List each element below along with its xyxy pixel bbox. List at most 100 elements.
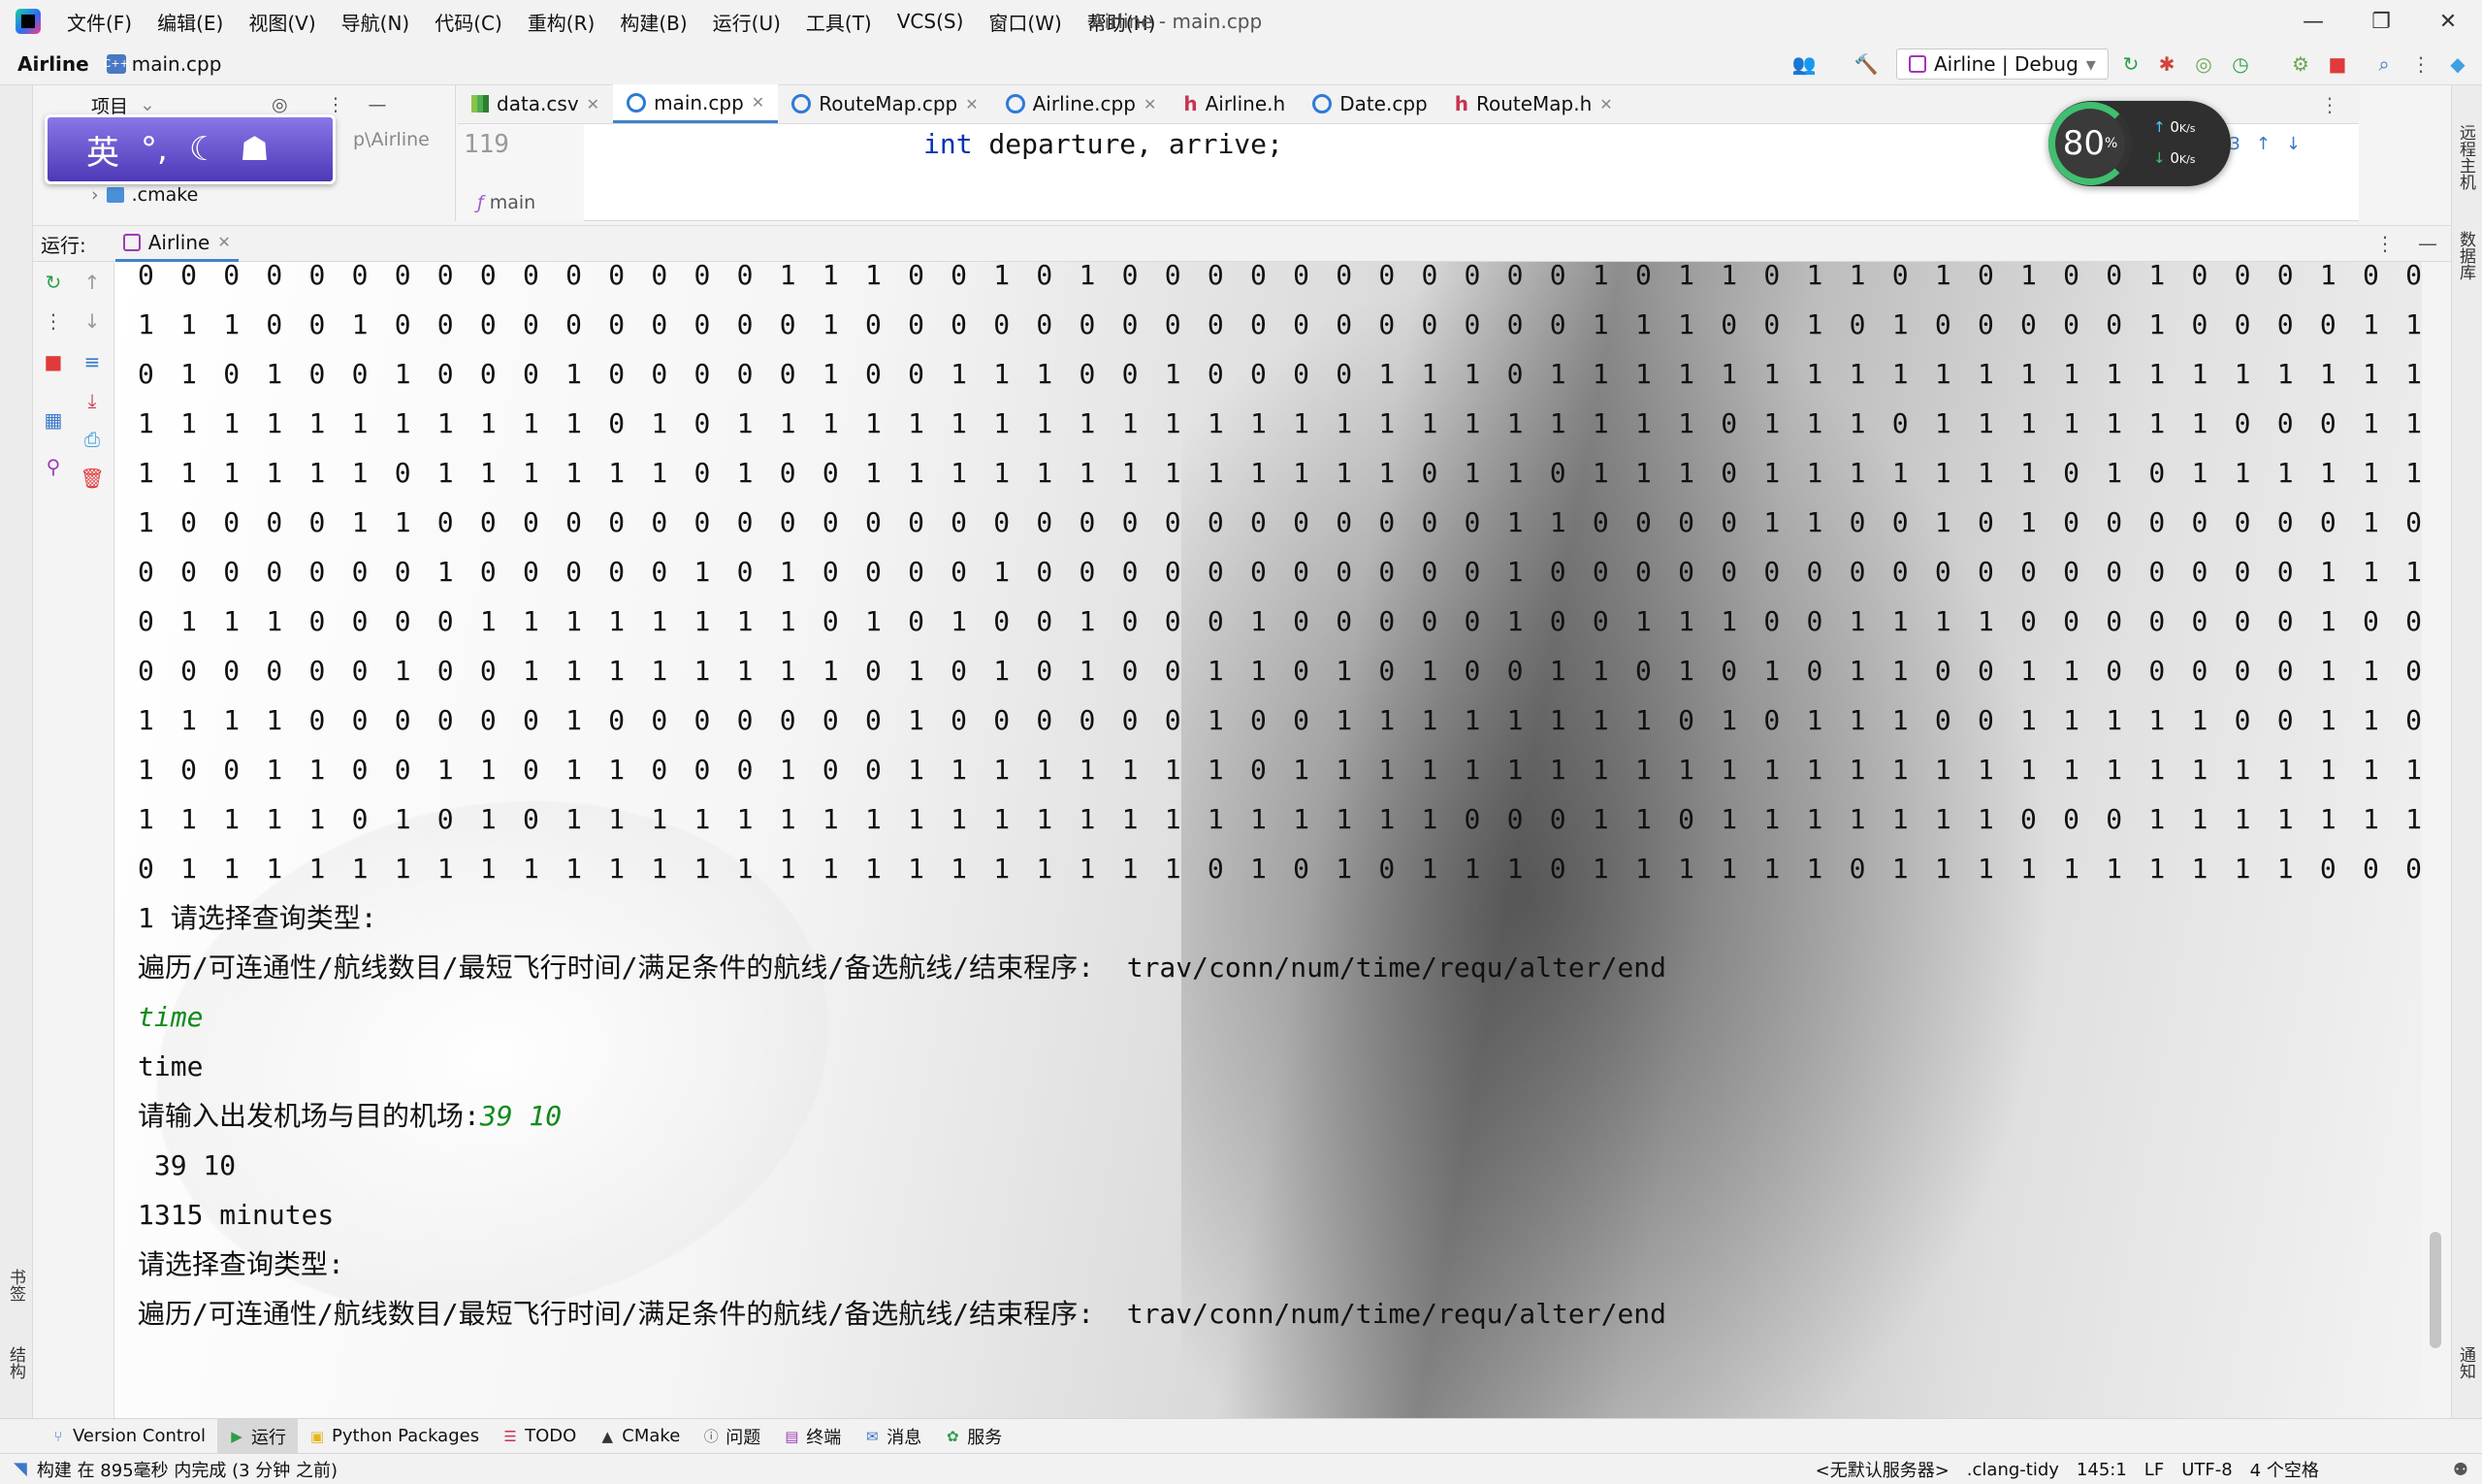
tool-version-control[interactable]: ⑂ Version Control (39, 1419, 217, 1454)
tab-data-csv[interactable]: data.csv ✕ (458, 84, 613, 123)
vcs-icon: ⑂ (53, 1427, 63, 1445)
status-message[interactable]: ◥ 构建 在 895毫秒 内完成 (3 分钟 之前) (14, 1457, 338, 1482)
tree-item-label: .cmake (131, 184, 199, 206)
stop-icon[interactable]: ■ (2326, 52, 2349, 76)
database-side-tab[interactable]: 数据库 (2454, 231, 2478, 280)
ime-status-widget[interactable]: 英 °, ☾ ☗ (45, 114, 336, 184)
console-line: 0 1 1 1 0 0 0 0 1 1 1 1 1 1 1 1 0 1 0 1 … (138, 605, 2422, 637)
close-tab-icon[interactable]: ✕ (752, 93, 764, 112)
console-line: 1 1 1 0 0 1 0 0 0 0 0 0 0 0 0 0 1 0 0 0 … (138, 308, 2422, 340)
structure-side-tab[interactable]: 结构 (4, 1346, 28, 1379)
hide-panel-icon[interactable]: — (369, 94, 387, 115)
status-line-separator[interactable]: LF (2144, 1460, 2164, 1480)
tool-messages[interactable]: ✉ 消息 (853, 1419, 933, 1454)
tab-overflow-icon[interactable]: ⋮ (2320, 93, 2339, 116)
rerun-icon[interactable]: ↻ (43, 271, 64, 294)
close-tab-icon[interactable]: ✕ (217, 233, 230, 251)
layout-icon[interactable]: ▦ (43, 408, 64, 432)
menu-build[interactable]: 构建(B) (607, 8, 699, 36)
status-encoding[interactable]: UTF-8 (2181, 1460, 2232, 1480)
account-icon[interactable]: 👥 (1792, 52, 1817, 76)
profiler-icon[interactable]: ◷ (2229, 52, 2252, 76)
status-linter[interactable]: .clang-tidy (1967, 1460, 2059, 1480)
status-server[interactable]: <无默认服务器> (1816, 1457, 1950, 1482)
console-scrollbar[interactable] (2422, 262, 2451, 1418)
more-options-icon[interactable]: ⋮ (327, 94, 345, 115)
tool-python-packages[interactable]: ▣ Python Packages (298, 1419, 491, 1454)
scroll-down-icon[interactable]: ↓ (81, 309, 103, 333)
attach-icon[interactable]: ⚙ (2289, 52, 2312, 76)
tree-item-cmake[interactable]: › .cmake (91, 184, 198, 206)
menu-window[interactable]: 窗口(W) (976, 8, 1074, 36)
console-line: 1 1 1 1 1 1 1 1 1 1 1 0 1 0 1 1 1 1 1 1 … (138, 407, 2422, 439)
plugin-icon[interactable]: ◆ (2446, 52, 2469, 76)
settings-icon[interactable]: ⋮ (2409, 52, 2433, 76)
cpu-usage-ring: 80% (2048, 102, 2132, 185)
tool-run[interactable]: ▶ 运行 (216, 1418, 298, 1454)
tool-todo[interactable]: ☰ TODO (491, 1419, 588, 1454)
status-indent[interactable]: 4 个空格 (2250, 1457, 2319, 1482)
console-line: 0 1 0 1 0 0 1 0 0 0 1 0 0 0 0 0 1 0 0 1 … (138, 358, 2422, 390)
tool-services[interactable]: ✿ 服务 (933, 1419, 1014, 1454)
menu-code[interactable]: 代码(C) (422, 8, 515, 36)
more-icon[interactable]: ⋮ (43, 309, 64, 333)
tab-main-cpp[interactable]: main.cpp ✕ (613, 84, 779, 123)
search-icon[interactable]: ⌕ (2372, 52, 2396, 76)
menu-edit[interactable]: 编辑(E) (145, 8, 236, 36)
shirt-icon: ☗ (240, 130, 270, 169)
close-tab-icon[interactable]: ✕ (587, 95, 599, 113)
menu-vcs[interactable]: VCS(S) (885, 10, 977, 33)
minimize-button[interactable]: — (2279, 0, 2347, 43)
close-window-button[interactable]: ✕ (2414, 0, 2482, 43)
close-tab-icon[interactable]: ✕ (1144, 95, 1156, 113)
more-options-icon[interactable]: ⋮ (2375, 232, 2395, 255)
code-line[interactable]: int departure, arrive; (923, 128, 1283, 160)
menu-file[interactable]: 文件(F) (54, 8, 145, 36)
console-output[interactable]: 0 0 0 0 0 0 0 0 0 0 0 0 0 0 0 1 1 1 0 0 … (138, 262, 2422, 1339)
tab-routemap-cpp[interactable]: RouteMap.cpp ✕ (778, 84, 991, 123)
pin-icon[interactable]: ⚲ (43, 455, 64, 478)
close-tab-icon[interactable]: ✕ (965, 95, 978, 113)
run-tab-airline[interactable]: Airline ✕ (114, 225, 239, 262)
status-cursor-position[interactable]: 145:1 (2077, 1460, 2127, 1480)
tool-cmake[interactable]: ▲ CMake (588, 1419, 692, 1454)
arrow-down-icon[interactable]: ↓ (2286, 134, 2301, 154)
menu-navigate[interactable]: 导航(N) (329, 8, 423, 36)
remote-host-side-tab[interactable]: 远程主机 (2454, 124, 2478, 190)
target-icon[interactable]: ◎ (272, 94, 288, 115)
build-hammer-icon[interactable]: 🔨 (1854, 52, 1879, 76)
tab-airline-cpp[interactable]: Airline.cpp ✕ (992, 84, 1171, 123)
close-tab-icon[interactable]: ✕ (1599, 95, 1612, 113)
cpp-icon (791, 94, 812, 113)
breadcrumb-project[interactable]: Airline (17, 52, 89, 76)
scrollbar-thumb[interactable] (2430, 1232, 2441, 1348)
print-icon[interactable]: ⎙ (81, 428, 103, 451)
rerun-icon[interactable]: ↻ (2119, 52, 2143, 76)
scroll-to-end-icon[interactable]: ⤓ (81, 389, 103, 412)
stop-icon[interactable]: ■ (43, 350, 64, 373)
hide-panel-icon[interactable]: — (2418, 232, 2437, 255)
tab-airline-h[interactable]: h Airline.h (1170, 84, 1299, 123)
tool-problems[interactable]: ⓘ 问题 (692, 1419, 772, 1454)
soft-wrap-icon[interactable]: ≡ (81, 350, 103, 373)
scroll-up-icon[interactable]: ↑ (81, 271, 103, 294)
run-console[interactable]: 0 0 0 0 0 0 0 0 0 0 0 0 0 0 0 1 1 1 0 0 … (114, 262, 2422, 1418)
notifications-icon[interactable]: ⚉ (2453, 1460, 2468, 1480)
breadcrumb-file[interactable]: C++ main.cpp (104, 52, 222, 76)
menu-run[interactable]: 运行(U) (700, 8, 793, 36)
menu-refactor[interactable]: 重构(R) (515, 8, 608, 36)
maximize-button[interactable]: ❐ (2347, 0, 2415, 43)
clear-all-icon[interactable]: 🗑 (80, 467, 104, 490)
notifications-side-tab[interactable]: 通知 (2454, 1346, 2478, 1379)
tab-routemap-h[interactable]: h RouteMap.h ✕ (1441, 84, 1627, 123)
debug-bug-icon[interactable]: ✱ (2155, 52, 2178, 76)
tab-date-cpp[interactable]: Date.cpp (1299, 84, 1441, 123)
editor-breadcrumb[interactable]: ƒ main (477, 192, 535, 213)
menu-view[interactable]: 视图(V) (236, 8, 328, 36)
run-configuration-selector[interactable]: Airline | Debug ▾ (1896, 48, 2109, 80)
bookmarks-side-tab[interactable]: 书签 (4, 1269, 28, 1302)
tool-terminal[interactable]: ▤ 终端 (772, 1419, 853, 1454)
arrow-up-icon[interactable]: ↑ (2256, 134, 2271, 154)
menu-tools[interactable]: 工具(T) (793, 8, 885, 36)
coverage-icon[interactable]: ◎ (2192, 52, 2215, 76)
